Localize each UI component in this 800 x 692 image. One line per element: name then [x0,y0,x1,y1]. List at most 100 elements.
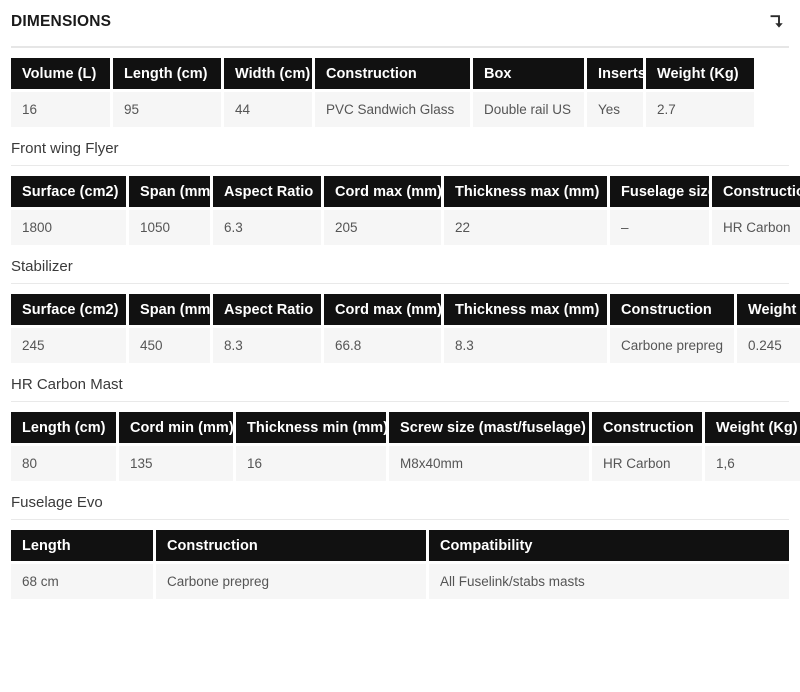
column-header-label: Aspect Ratio [224,183,314,200]
table-row: 80 135 16 M8x40mm HR Carbon 1,6 [11,446,800,481]
table-cell: – [610,210,709,245]
section-header: HR Carbon Mast [0,363,800,401]
column-header: Construction [610,294,734,325]
column-header-label: Surface (cm2) [22,301,119,318]
table-scroll-area[interactable]: Volume (L) Length (cm) Width (cm) Construct… [0,48,800,127]
column-header-label: Surface (cm2) [22,183,119,200]
section-hr-carbon-mast: HR Carbon Mast Length (cm) Cord min (mm) Th… [0,363,800,481]
table-row: 16 95 44 PVC Sandwich Glass Double rail US Ye… [11,92,754,127]
table-row: 1800 1050 6.3 205 22 – HR Carbon [11,210,800,245]
column-header-label: Compatibility [440,537,533,554]
table-cell-value: 0.245 [748,338,782,353]
section-header: Front wing Flyer [0,127,800,165]
table-cell-value: 16 [22,102,38,117]
column-header: Thickness max (mm) [444,176,607,207]
column-header-label: Construction [603,419,694,436]
table-cell: HR Carbon [592,446,702,481]
column-header: Construction [592,412,702,443]
table-cell: 245 [11,328,126,363]
table-cell-value: 44 [235,102,251,117]
column-header: Length (cm) [113,58,221,89]
table-cell: M8x40mm [389,446,589,481]
section-header: Stabilizer [0,245,800,283]
table-cell-value: 205 [335,220,358,235]
column-header-label: Weight (Kg) [748,301,800,318]
table-cell: Carbone prepreg [610,328,734,363]
table-scroll-area[interactable]: Length (cm) Cord min (mm) Thickness min (m… [0,402,800,481]
column-header: Construction [156,530,426,561]
table-cell-value: 68 cm [22,574,59,589]
table-cell-value: 80 [22,456,38,471]
table-cell: 44 [224,92,312,127]
column-header: Fuselage size [610,176,709,207]
column-header: Width (cm) [224,58,312,89]
column-header: Box [473,58,584,89]
table-cell: PVC Sandwich Glass [315,92,470,127]
table-cell: 95 [113,92,221,127]
column-header: Surface (cm2) [11,294,126,325]
column-header: Thickness min (mm) [236,412,386,443]
page-title: DIMENSIONS [11,13,112,31]
table-cell: Double rail US [473,92,584,127]
column-header-label: Screw size (mast/fuselage) [400,419,586,436]
column-header-label: Span (mm) [140,183,210,200]
table-cell-value: 66.8 [335,338,362,353]
spec-table: Length Construction Compatibility 68 cm Carb… [11,530,789,599]
column-header-label: Cord max (mm) [335,301,441,318]
column-header-label: Construction [326,65,417,82]
table-cell: 6.3 [213,210,321,245]
table-cell-value: M8x40mm [400,456,464,471]
table-scroll-area[interactable]: Surface (cm2) Span (mm) Aspect Ratio Cord m… [0,166,800,245]
table-cell-value: Double rail US [484,102,572,117]
table-cell: 1050 [129,210,210,245]
column-header: Cord max (mm) [324,294,441,325]
section-title: Stabilizer [11,258,73,275]
column-header-label: Cord max (mm) [335,183,441,200]
table-cell-value: 1,6 [716,456,735,471]
table-cell: HR Carbon [712,210,800,245]
table-cell: Carbone prepreg [156,564,426,599]
column-header-label: Inserts [598,65,643,82]
table-cell-value: 135 [130,456,153,471]
column-header-label: Construction [167,537,258,554]
section-title: Front wing Flyer [11,140,119,157]
dimensions-panel: DIMENSIONS Volume (L) Length (cm) Width (c… [0,0,800,692]
table-cell: 16 [236,446,386,481]
column-header: Cord min (mm) [119,412,233,443]
spec-table: Volume (L) Length (cm) Width (cm) Construct… [11,58,754,127]
table-cell-value: 16 [247,456,263,471]
section-dimensions-main: Volume (L) Length (cm) Width (cm) Construct… [0,48,800,127]
table-cell-value: PVC Sandwich Glass [326,102,455,117]
table-header-row: Surface (cm2) Span (mm) Aspect Ratio Cord m… [11,294,800,325]
table-row: 68 cm Carbone prepreg All Fuselink/stabs m… [11,564,789,599]
column-header: Inserts [587,58,643,89]
column-header: Compatibility [429,530,789,561]
table-cell: 80 [11,446,116,481]
column-header: Span (mm) [129,176,210,207]
table-scroll-area[interactable]: Surface (cm2) Span (mm) Aspect Ratio Cord m… [0,284,800,363]
table-cell-value: 1050 [140,220,171,235]
table-cell-value: Carbone prepreg [167,574,270,589]
table-cell: 66.8 [324,328,441,363]
table-cell-value: HR Carbon [723,220,791,235]
column-header: Screw size (mast/fuselage) [389,412,589,443]
table-cell: 8.3 [444,328,607,363]
column-header-label: Box [484,65,512,82]
column-header-label: Construction [723,183,800,200]
column-header-label: Length [22,537,71,554]
table-cell-value: Yes [598,102,621,117]
table-header-row: Length (cm) Cord min (mm) Thickness min (m… [11,412,800,443]
table-cell: 68 cm [11,564,153,599]
table-cell: 135 [119,446,233,481]
table-cell-value: HR Carbon [603,456,671,471]
table-cell: 205 [324,210,441,245]
table-cell: All Fuselink/stabs masts [429,564,789,599]
table-row: 245 450 8.3 66.8 8.3 Carbone prepreg 0.245 [11,328,800,363]
table-cell: Yes [587,92,643,127]
column-header: Length [11,530,153,561]
spec-table: Surface (cm2) Span (mm) Aspect Ratio Cord m… [11,176,800,245]
table-scroll-area[interactable]: Length Construction Compatibility 68 cm Carb… [0,520,800,599]
column-header-label: Volume (L) [22,65,97,82]
arrow-turn-down-icon[interactable] [765,11,787,33]
column-header-label: Width (cm) [235,65,311,82]
